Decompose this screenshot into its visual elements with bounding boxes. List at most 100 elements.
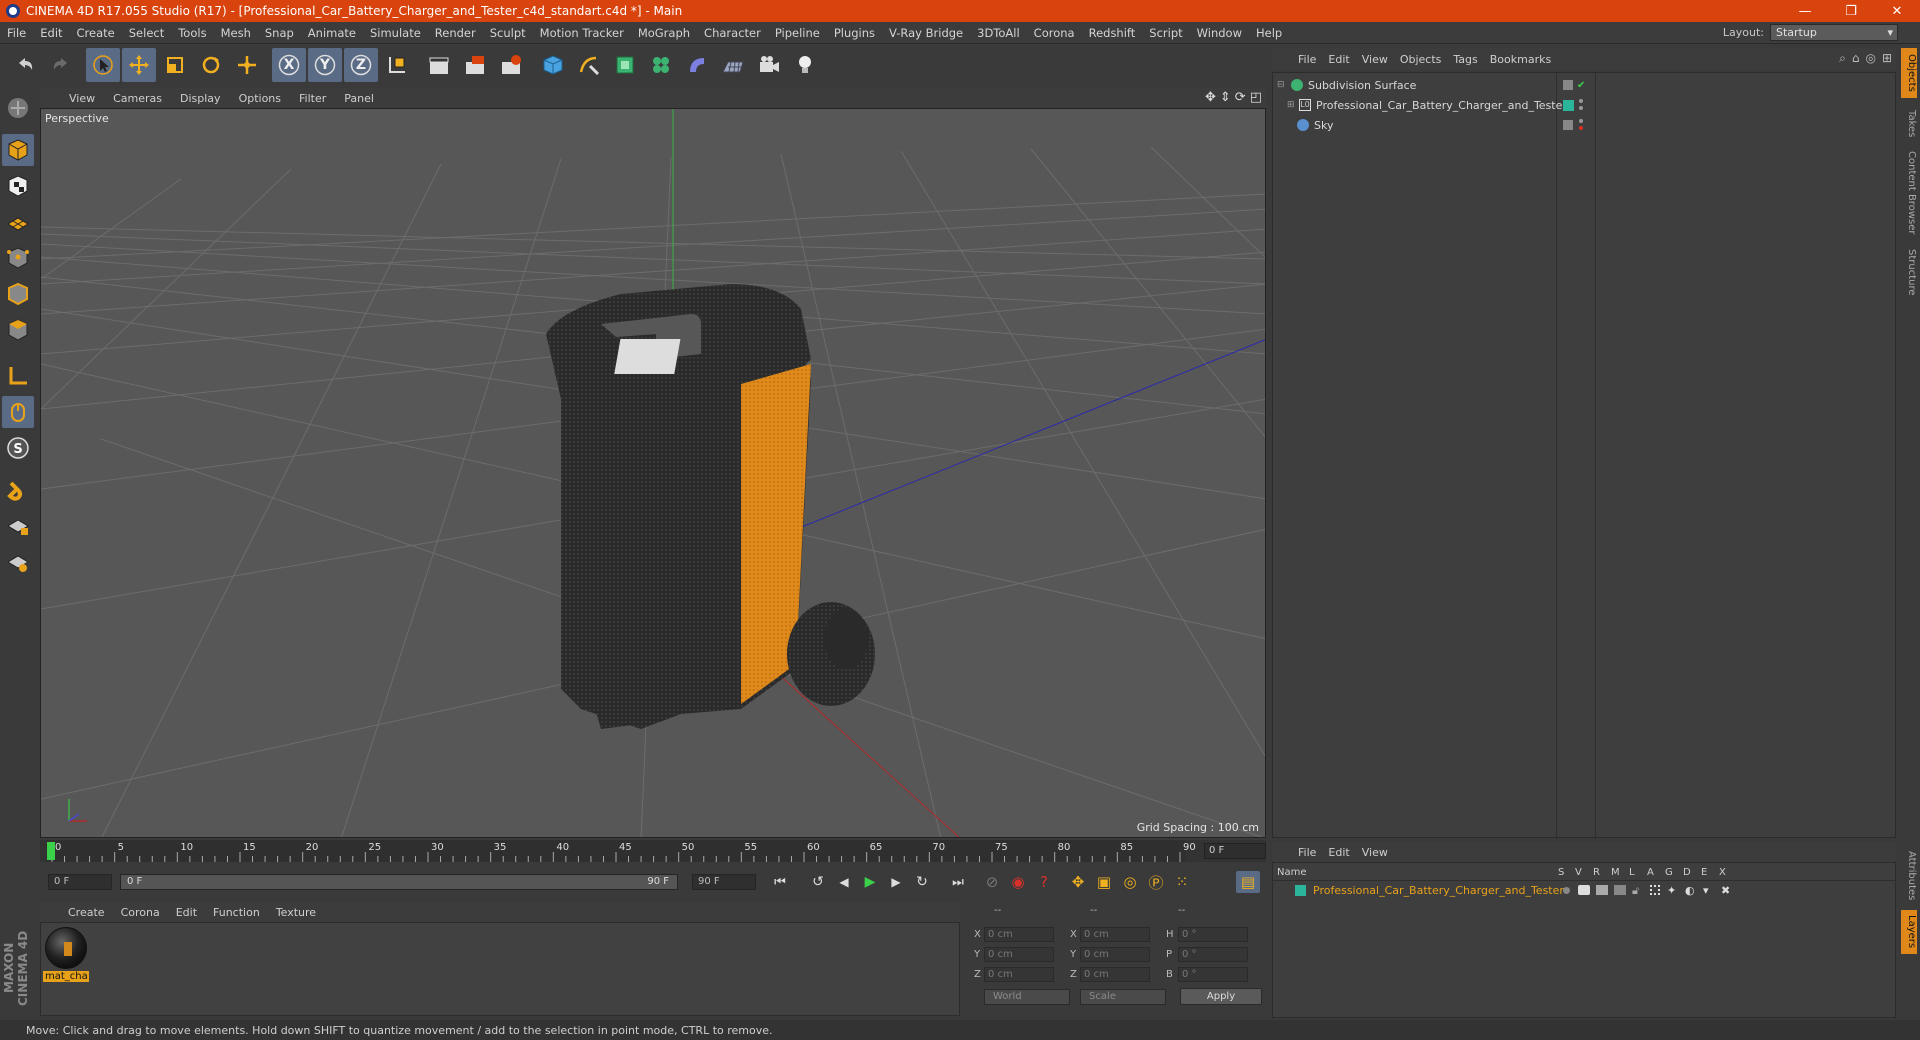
- key-pla-button[interactable]: ⁙: [1170, 871, 1194, 893]
- minimize-button[interactable]: —: [1782, 0, 1828, 22]
- add-camera-button[interactable]: [752, 48, 786, 82]
- size-z-field[interactable]: 0 cm: [1080, 967, 1150, 982]
- layer-row[interactable]: Professional_Car_Battery_Charger_and_Tes…: [1273, 883, 1895, 899]
- viewport-menu-filter[interactable]: Filter: [290, 92, 335, 105]
- previous-key-button[interactable]: ↺: [806, 871, 830, 893]
- menu-help[interactable]: Help: [1249, 26, 1289, 40]
- object-row-charger[interactable]: ⊞ L0 Professional_Car_Battery_Charger_an…: [1273, 95, 1895, 115]
- points-mode-button[interactable]: [2, 242, 34, 274]
- tab-content-browser[interactable]: Content Browser: [1901, 148, 1917, 238]
- viewport-menu-view[interactable]: View: [60, 92, 104, 105]
- menu-create[interactable]: Create: [70, 26, 122, 40]
- play-button[interactable]: ▶: [858, 871, 882, 893]
- layers-icon[interactable]: ◎: [1865, 51, 1875, 66]
- material-menu-create[interactable]: Create: [60, 906, 113, 919]
- position-y-field[interactable]: 0 cm: [984, 947, 1054, 962]
- rotation-h-field[interactable]: 0 °: [1178, 927, 1248, 942]
- render-dot-icon[interactable]: [1579, 126, 1583, 130]
- viewport-menu-display[interactable]: Display: [171, 92, 230, 105]
- z-axis-lock-button[interactable]: Z: [344, 48, 378, 82]
- timeline-ruler[interactable]: 0 5 10 15 20 25 30 35 40 45 50 55 60 65 70 75 80 85 90 0 F: [40, 840, 1266, 862]
- tab-objects[interactable]: Objects: [1901, 48, 1917, 98]
- lock-icon[interactable]: 🔓︎: [1632, 884, 1639, 898]
- menu-mesh[interactable]: Mesh: [214, 26, 258, 40]
- frame-range-slider[interactable]: 0 F 90 F: [120, 874, 678, 890]
- start-frame-field[interactable]: 0 F: [48, 874, 112, 890]
- apply-button[interactable]: Apply: [1180, 988, 1262, 1005]
- menu-motion-tracker[interactable]: Motion Tracker: [533, 26, 631, 40]
- layer-col-deformers[interactable]: D: [1683, 867, 1691, 878]
- restore-button[interactable]: ❐: [1828, 0, 1874, 22]
- timeline-window-button[interactable]: ▤: [1236, 871, 1260, 893]
- menu-simulate[interactable]: Simulate: [363, 26, 428, 40]
- deformers-toggle-icon[interactable]: ◐: [1685, 884, 1695, 897]
- layer-col-xref[interactable]: X: [1719, 867, 1726, 878]
- size-mode-dropdown[interactable]: Scale: [1080, 989, 1166, 1005]
- go-to-start-button[interactable]: ⏮: [768, 871, 792, 893]
- menu-script[interactable]: Script: [1142, 26, 1189, 40]
- material-menu-edit[interactable]: Edit: [168, 906, 205, 919]
- end-frame-field[interactable]: 90 F: [692, 874, 756, 890]
- maximize-view-icon[interactable]: ◰: [1250, 90, 1262, 105]
- menu-file[interactable]: File: [0, 26, 33, 40]
- menu-animate[interactable]: Animate: [301, 26, 363, 40]
- layer-menu-view[interactable]: View: [1356, 846, 1394, 859]
- layer-col-animation[interactable]: A: [1647, 867, 1654, 878]
- object-menu-objects[interactable]: Objects: [1394, 53, 1448, 66]
- animation-toggle-icon[interactable]: [1650, 885, 1660, 895]
- position-z-field[interactable]: 0 cm: [984, 967, 1054, 982]
- pan-icon[interactable]: ✥: [1205, 90, 1216, 105]
- menu-render[interactable]: Render: [428, 26, 483, 40]
- viewport-menu-cameras[interactable]: Cameras: [104, 92, 171, 105]
- snapping-button[interactable]: [2, 474, 34, 506]
- object-menu-tags[interactable]: Tags: [1447, 53, 1483, 66]
- menu-pipeline[interactable]: Pipeline: [768, 26, 827, 40]
- tab-structure[interactable]: Structure: [1901, 244, 1917, 300]
- add-deformer-button[interactable]: [680, 48, 714, 82]
- solo-button[interactable]: S: [2, 432, 34, 464]
- add-light-button[interactable]: [788, 48, 822, 82]
- planar-workplane-button[interactable]: [2, 546, 34, 578]
- render-view-button[interactable]: [422, 48, 456, 82]
- scale-tool-button[interactable]: [158, 48, 192, 82]
- visibility-toggle-icon[interactable]: [1563, 120, 1573, 130]
- generators-toggle-icon[interactable]: ✦: [1667, 884, 1676, 897]
- visibility-dot-icon[interactable]: [1579, 119, 1583, 123]
- search-icon[interactable]: ⌕: [1839, 51, 1846, 66]
- move-tool-button[interactable]: [122, 48, 156, 82]
- viewport-menu-options[interactable]: Options: [230, 92, 290, 105]
- layer-menu-edit[interactable]: Edit: [1322, 846, 1355, 859]
- workplane-mode-button[interactable]: [2, 206, 34, 238]
- menu-mograph[interactable]: MoGraph: [631, 26, 697, 40]
- tab-attributes[interactable]: Attributes: [1901, 844, 1917, 908]
- tab-layers[interactable]: Layers: [1901, 910, 1917, 954]
- layer-col-expressions[interactable]: E: [1701, 867, 1707, 878]
- perspective-viewport[interactable]: Perspective Grid Spacing : 100 cm: [40, 108, 1266, 838]
- orbit-icon[interactable]: ⟳: [1235, 90, 1246, 105]
- menu-tools[interactable]: Tools: [171, 26, 213, 40]
- material-menu-corona[interactable]: Corona: [113, 906, 168, 919]
- render-to-picture-viewer-button[interactable]: [494, 48, 528, 82]
- size-x-field[interactable]: 0 cm: [1080, 927, 1150, 942]
- key-rotation-button[interactable]: ◎: [1118, 871, 1142, 893]
- x-axis-lock-button[interactable]: X: [272, 48, 306, 82]
- key-position-button[interactable]: ✥: [1066, 871, 1090, 893]
- rotate-tool-button[interactable]: [194, 48, 228, 82]
- visibility-toggle-icon[interactable]: [1563, 80, 1573, 90]
- solo-toggle-icon[interactable]: [1563, 887, 1570, 894]
- add-spline-button[interactable]: [572, 48, 606, 82]
- add-generator-button[interactable]: [608, 48, 642, 82]
- layer-col-manager[interactable]: M: [1611, 867, 1620, 878]
- menu-plugins[interactable]: Plugins: [827, 26, 882, 40]
- render-region-button[interactable]: [458, 48, 492, 82]
- menu-edit[interactable]: Edit: [33, 26, 69, 40]
- expand-panel-icon[interactable]: ⊞: [1882, 51, 1892, 66]
- layer-menu-file[interactable]: File: [1292, 846, 1322, 859]
- coordinate-space-dropdown[interactable]: World: [984, 989, 1070, 1005]
- expressions-toggle-icon[interactable]: ▾: [1703, 884, 1709, 897]
- menu-3dtoall[interactable]: 3DToAll: [970, 26, 1027, 40]
- y-axis-lock-button[interactable]: Y: [308, 48, 342, 82]
- key-parameter-button[interactable]: Ⓟ: [1144, 871, 1168, 893]
- make-editable-button[interactable]: [2, 92, 34, 124]
- material-menu-texture[interactable]: Texture: [268, 906, 324, 919]
